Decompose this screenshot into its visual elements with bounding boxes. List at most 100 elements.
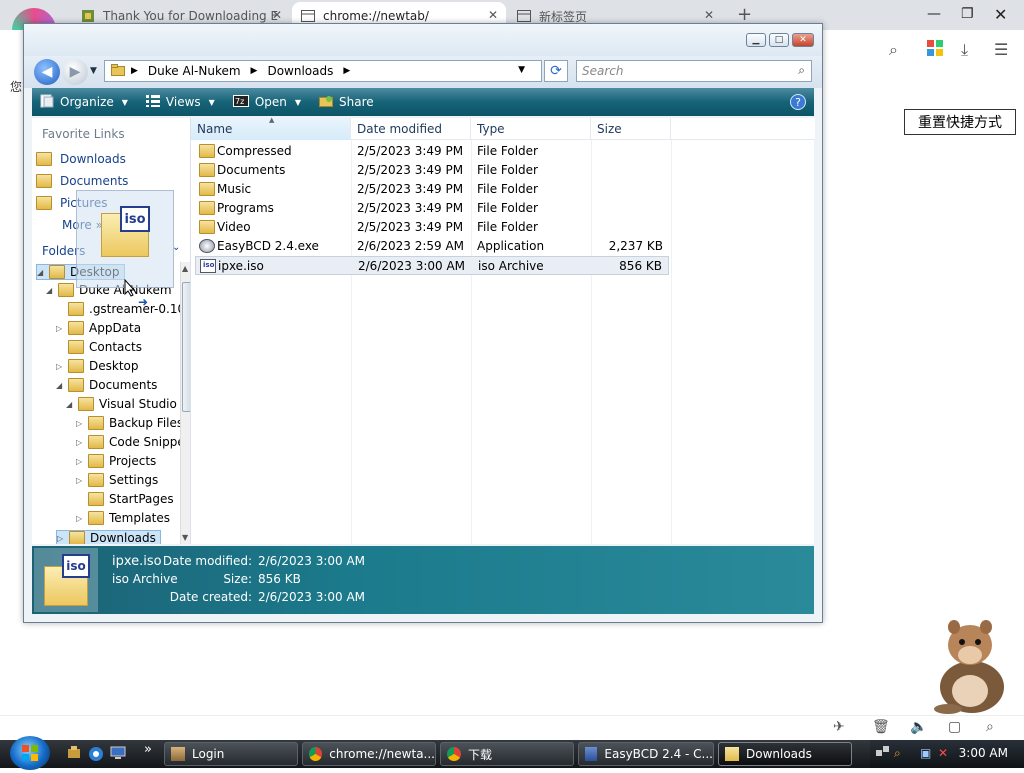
- taskbar-item[interactable]: chrome://newta...: [302, 742, 436, 766]
- organize-button[interactable]: Organize ▼: [40, 94, 128, 111]
- close-tab-icon[interactable]: ✕: [704, 8, 714, 22]
- taskbar-item[interactable]: 下载: [440, 742, 574, 766]
- tree-expand-icon[interactable]: ▷: [57, 534, 67, 543]
- close-icon[interactable]: ✕: [994, 5, 1007, 24]
- search-icon[interactable]: ⌕: [889, 40, 898, 60]
- views-button[interactable]: Views ▼: [145, 94, 215, 110]
- clock[interactable]: 3:00 AM: [959, 746, 1008, 760]
- reset-shortcuts-button[interactable]: 重置快捷方式: [904, 109, 1016, 135]
- scroll-up-icon[interactable]: ▲: [182, 264, 188, 273]
- taskbar-item[interactable]: Downloads: [718, 742, 852, 766]
- address-bar[interactable]: ▶ Duke Al-Nukem ▶ Downloads ▶ ▼: [104, 60, 542, 82]
- share-button[interactable]: Share: [319, 95, 374, 110]
- details-date-modified: 2/6/2023 3:00 AM: [258, 554, 366, 568]
- back-arrow-icon[interactable]: ◀: [34, 59, 60, 85]
- quicklaunch-ie-icon[interactable]: [88, 746, 104, 766]
- close-tab-icon[interactable]: ✕: [272, 8, 282, 22]
- close-button[interactable]: ✕: [792, 33, 814, 47]
- favorite-link-downloads[interactable]: Downloads: [36, 152, 126, 166]
- refresh-icon[interactable]: ⟳: [544, 60, 568, 82]
- table-row[interactable]: Compressed 2/5/2023 3:49 PM File Folder: [195, 142, 669, 161]
- trash-icon[interactable]: 🗑: [872, 719, 890, 735]
- tree-item[interactable]: ▷ Desktop: [56, 359, 139, 373]
- tree-item[interactable]: ▷ AppData: [56, 321, 141, 335]
- address-dropdown-icon[interactable]: ▼: [518, 65, 525, 75]
- network-icon[interactable]: [876, 746, 890, 761]
- tree-collapse-icon[interactable]: ◢: [46, 286, 56, 295]
- tree-item[interactable]: ◢ Visual Studio: [66, 397, 177, 411]
- history-dropdown-icon[interactable]: ▼: [90, 66, 97, 76]
- speaker-icon[interactable]: 🔈: [910, 719, 927, 735]
- apps-grid-icon[interactable]: [927, 40, 943, 60]
- rocket-icon[interactable]: ✈: [833, 719, 845, 735]
- tree-scrollbar[interactable]: ▲ ▼: [180, 262, 190, 544]
- table-row[interactable]: Video 2/5/2023 3:49 PM File Folder: [195, 218, 669, 237]
- windows-start-icon[interactable]: [10, 736, 50, 770]
- tree-expand-icon[interactable]: ▷: [76, 476, 86, 485]
- help-icon[interactable]: ?: [790, 94, 806, 110]
- file-name: Compressed: [217, 144, 292, 158]
- window-icon[interactable]: ▢: [948, 719, 961, 735]
- maximize-button[interactable]: □: [769, 33, 789, 47]
- move-arrow-icon: ➜: [138, 295, 149, 309]
- taskbar-item[interactable]: EasyBCD 2.4 - C...: [578, 742, 714, 766]
- tree-item[interactable]: ▷ Projects: [76, 454, 156, 468]
- scroll-thumb[interactable]: [182, 282, 190, 412]
- tree-expand-icon[interactable]: ▷: [76, 514, 86, 523]
- favorite-link-documents[interactable]: Documents: [36, 174, 128, 188]
- volume-mute-icon[interactable]: ✕: [938, 746, 948, 760]
- search-input[interactable]: Search ⌕: [576, 60, 812, 82]
- folder-icon: [68, 302, 84, 316]
- table-row[interactable]: Programs 2/5/2023 3:49 PM File Folder: [195, 199, 669, 218]
- tree-item[interactable]: Contacts: [56, 340, 142, 354]
- magnifier-icon[interactable]: ⌕: [894, 746, 901, 761]
- scroll-down-icon[interactable]: ▼: [182, 533, 188, 542]
- new-tab-plus-icon[interactable]: +: [737, 4, 752, 25]
- chevron-right-icon[interactable]: »: [144, 742, 152, 757]
- forward-arrow-icon[interactable]: ▶: [62, 59, 88, 85]
- tree-collapse-icon[interactable]: ◢: [37, 268, 47, 277]
- minimize-button[interactable]: ▁: [746, 33, 766, 47]
- taskbar-item[interactable]: Login: [164, 742, 298, 766]
- tree-expand-icon[interactable]: ▷: [56, 362, 66, 371]
- search-icon[interactable]: ⌕: [798, 63, 805, 78]
- tree-collapse-icon[interactable]: ◢: [56, 381, 66, 390]
- open-button[interactable]: 7z Open ▼: [232, 94, 301, 110]
- tree-item[interactable]: ▷ Backup Files: [76, 416, 183, 430]
- table-row[interactable]: iso ipxe.iso 2/6/2023 3:00 AM iso Archive 85…: [195, 256, 669, 275]
- restore-icon[interactable]: ❐: [961, 6, 974, 22]
- column-size[interactable]: Size: [591, 118, 671, 140]
- tree-item[interactable]: ▷ Code Snippets: [76, 435, 190, 449]
- file-type: File Folder: [477, 182, 538, 196]
- minimize-icon[interactable]: —: [927, 6, 941, 22]
- tree-item[interactable]: ◢ Documents: [56, 378, 157, 392]
- folder-icon: [68, 359, 84, 373]
- table-row[interactable]: Documents 2/5/2023 3:49 PM File Folder: [195, 161, 669, 180]
- column-name[interactable]: Name ▲: [191, 116, 351, 140]
- file-type: File Folder: [477, 201, 538, 215]
- tree-item[interactable]: ▷ Downloads: [56, 530, 161, 544]
- tree-expand-icon[interactable]: ▷: [76, 438, 86, 447]
- close-tab-icon[interactable]: ✕: [488, 8, 498, 22]
- tree-item[interactable]: .gstreamer-0.10: [56, 302, 185, 316]
- quicklaunch-app-icon[interactable]: [66, 746, 82, 764]
- tree-expand-icon[interactable]: ▷: [56, 324, 66, 333]
- tree-expand-icon[interactable]: ▷: [76, 457, 86, 466]
- column-date-modified[interactable]: Date modified: [351, 118, 471, 140]
- tree-item[interactable]: ▷ Templates: [76, 511, 170, 525]
- tree-item[interactable]: StartPages: [76, 492, 174, 506]
- download-icon[interactable]: ⤓: [961, 40, 968, 60]
- menu-icon[interactable]: ☰: [994, 40, 1008, 59]
- tree-expand-icon[interactable]: ▷: [76, 419, 86, 428]
- column-type[interactable]: Type: [471, 118, 591, 140]
- table-row[interactable]: Music 2/5/2023 3:49 PM File Folder: [195, 180, 669, 199]
- tree-collapse-icon[interactable]: ◢: [66, 400, 76, 409]
- breadcrumb-item[interactable]: Duke Al-Nukem: [148, 64, 241, 78]
- quicklaunch-desktop-icon[interactable]: [110, 746, 126, 764]
- monitor-icon[interactable]: ▣: [920, 746, 931, 760]
- table-row[interactable]: EasyBCD 2.4.exe 2/6/2023 2:59 AM Applicati…: [195, 237, 669, 256]
- tree-item[interactable]: ▷ Settings: [76, 473, 158, 487]
- explorer-titlebar[interactable]: ▁ □ ✕: [24, 24, 822, 56]
- search-icon[interactable]: ⌕: [986, 719, 994, 735]
- breadcrumb-item[interactable]: Downloads: [267, 64, 333, 78]
